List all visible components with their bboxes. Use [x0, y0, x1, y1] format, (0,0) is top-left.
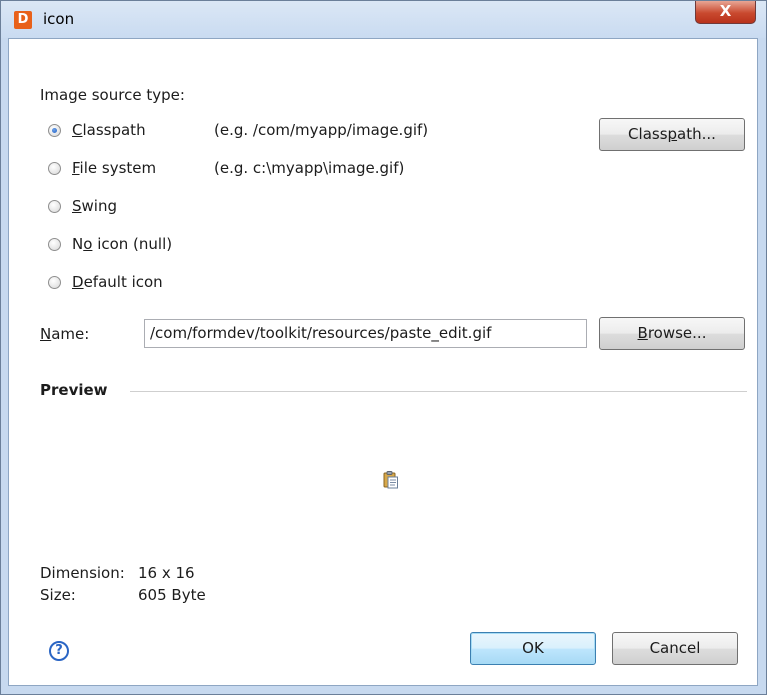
classpath-button[interactable]: Classpath... [599, 118, 745, 151]
radio-default-icon-label[interactable]: Default icon [72, 273, 163, 291]
size-label: Size: [40, 586, 76, 604]
radio-no-icon[interactable] [48, 238, 61, 251]
radio-default-icon[interactable] [48, 276, 61, 289]
app-logo-icon: D [14, 11, 32, 29]
window-title: icon [43, 10, 75, 28]
cancel-button[interactable]: Cancel [612, 632, 738, 665]
title-bar[interactable]: D icon X [1, 1, 766, 38]
preview-title: Preview [40, 381, 108, 399]
radio-file-system-label[interactable]: File system [72, 159, 156, 177]
close-button[interactable]: X [695, 1, 756, 24]
radio-swing-label[interactable]: Swing [72, 197, 117, 215]
help-icon[interactable]: ? [49, 641, 69, 661]
radio-swing[interactable] [48, 200, 61, 213]
paste-edit-icon [383, 471, 398, 489]
radio-classpath[interactable] [48, 124, 61, 137]
file-system-example: (e.g. c:\myapp\image.gif) [214, 159, 405, 177]
size-value: 605 Byte [138, 586, 206, 604]
radio-classpath-label[interactable]: Classpath [72, 121, 146, 139]
classpath-example: (e.g. /com/myapp/image.gif) [214, 121, 429, 139]
dimension-value: 16 x 16 [138, 564, 195, 582]
radio-no-icon-label[interactable]: No icon (null) [72, 235, 172, 253]
dialog-content: Image source type: Classpath (e.g. /com/… [8, 38, 758, 686]
name-input[interactable]: /com/formdev/toolkit/resources/paste_edi… [144, 319, 587, 348]
ok-button[interactable]: OK [470, 632, 596, 665]
browse-button[interactable]: Browse... [599, 317, 745, 350]
name-label: Name: [40, 325, 90, 343]
dimension-label: Dimension: [40, 564, 125, 582]
preview-divider [130, 391, 747, 392]
radio-file-system[interactable] [48, 162, 61, 175]
source-type-label: Image source type: [40, 86, 185, 104]
dialog-window: D icon X Image source type: Classpath (e… [0, 0, 767, 695]
